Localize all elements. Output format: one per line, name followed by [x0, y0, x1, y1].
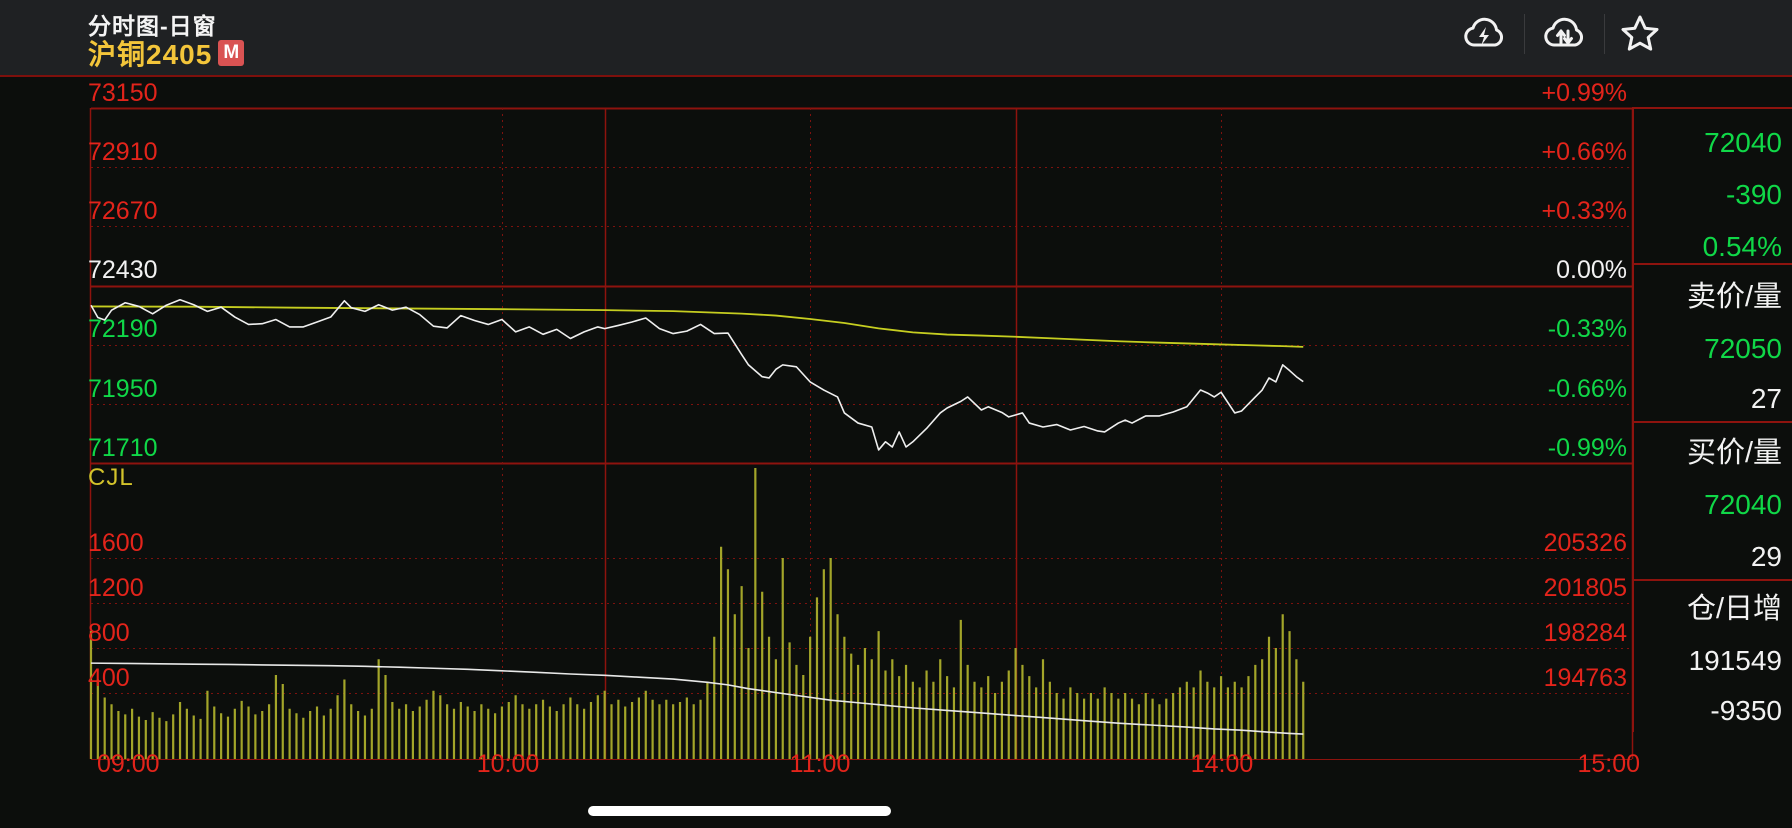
sidebar-divider [1634, 579, 1792, 581]
ask-label: 卖价/量 [1638, 281, 1782, 313]
sidebar-divider [1634, 263, 1792, 265]
bid-qty: 29 [1638, 541, 1782, 573]
price-change-pct: 0.54% [1638, 231, 1782, 263]
bid-label: 买价/量 [1638, 437, 1782, 469]
ask-qty: 27 [1638, 383, 1782, 415]
indicator-label: CJL [88, 464, 134, 492]
open-interest-axis-label: 194763 [1544, 664, 1627, 693]
pct-axis-label: +0.99% [1542, 79, 1628, 108]
last-price: 72040 [1638, 127, 1782, 159]
time-axis-label: 14:00 [1191, 749, 1254, 779]
volume-axis-label: 800 [88, 619, 130, 648]
pct-axis-label: -0.66% [1548, 375, 1627, 404]
time-axis-label: 11:00 [790, 749, 851, 779]
chart-canvas[interactable] [0, 0, 1792, 828]
price-axis-label: 72670 [88, 197, 158, 226]
time-axis-label: 15:00 [1577, 749, 1640, 779]
ask-price: 72050 [1638, 333, 1782, 365]
pct-axis-label: 0.00% [1556, 256, 1627, 285]
time-axis-label: 10:00 [477, 749, 540, 779]
trading-app-screen: 分时图-日窗 沪铜2405 M 73150 [0, 0, 1792, 828]
sidebar-divider [1634, 421, 1792, 423]
price-axis-label: 72910 [88, 138, 158, 167]
bid-price: 72040 [1638, 489, 1782, 521]
price-axis-label: 71950 [88, 375, 158, 404]
price-axis-label: 73150 [88, 79, 158, 108]
price-axis-label: 72190 [88, 315, 158, 344]
volume-axis-label: 400 [88, 664, 130, 693]
open-interest-axis-label: 201805 [1544, 574, 1627, 603]
open-interest-axis-label: 198284 [1544, 619, 1627, 648]
home-indicator[interactable] [588, 806, 891, 816]
volume-axis-label: 1600 [88, 529, 144, 558]
price-axis-label: 72430 [88, 256, 158, 285]
open-interest-value: 191549 [1638, 645, 1782, 677]
open-interest-line [91, 663, 1303, 734]
open-interest-change: -9350 [1638, 695, 1782, 727]
quote-sidebar: 72040 -390 0.54% 卖价/量 72050 27 买价/量 7204… [1632, 107, 1792, 732]
open-interest-axis-label: 205326 [1544, 529, 1627, 558]
pct-axis-label: -0.99% [1548, 434, 1627, 463]
pct-axis-label: +0.66% [1542, 138, 1628, 167]
open-interest-label: 仓/日增 [1638, 593, 1782, 625]
price-change: -390 [1638, 179, 1782, 211]
pct-axis-label: +0.33% [1542, 197, 1628, 226]
time-axis-label: 09:00 [97, 749, 160, 779]
price-axis-label: 71710 [88, 434, 158, 463]
volume-axis-label: 1200 [88, 574, 144, 603]
pct-axis-label: -0.33% [1548, 315, 1627, 344]
price-line [91, 300, 1303, 450]
